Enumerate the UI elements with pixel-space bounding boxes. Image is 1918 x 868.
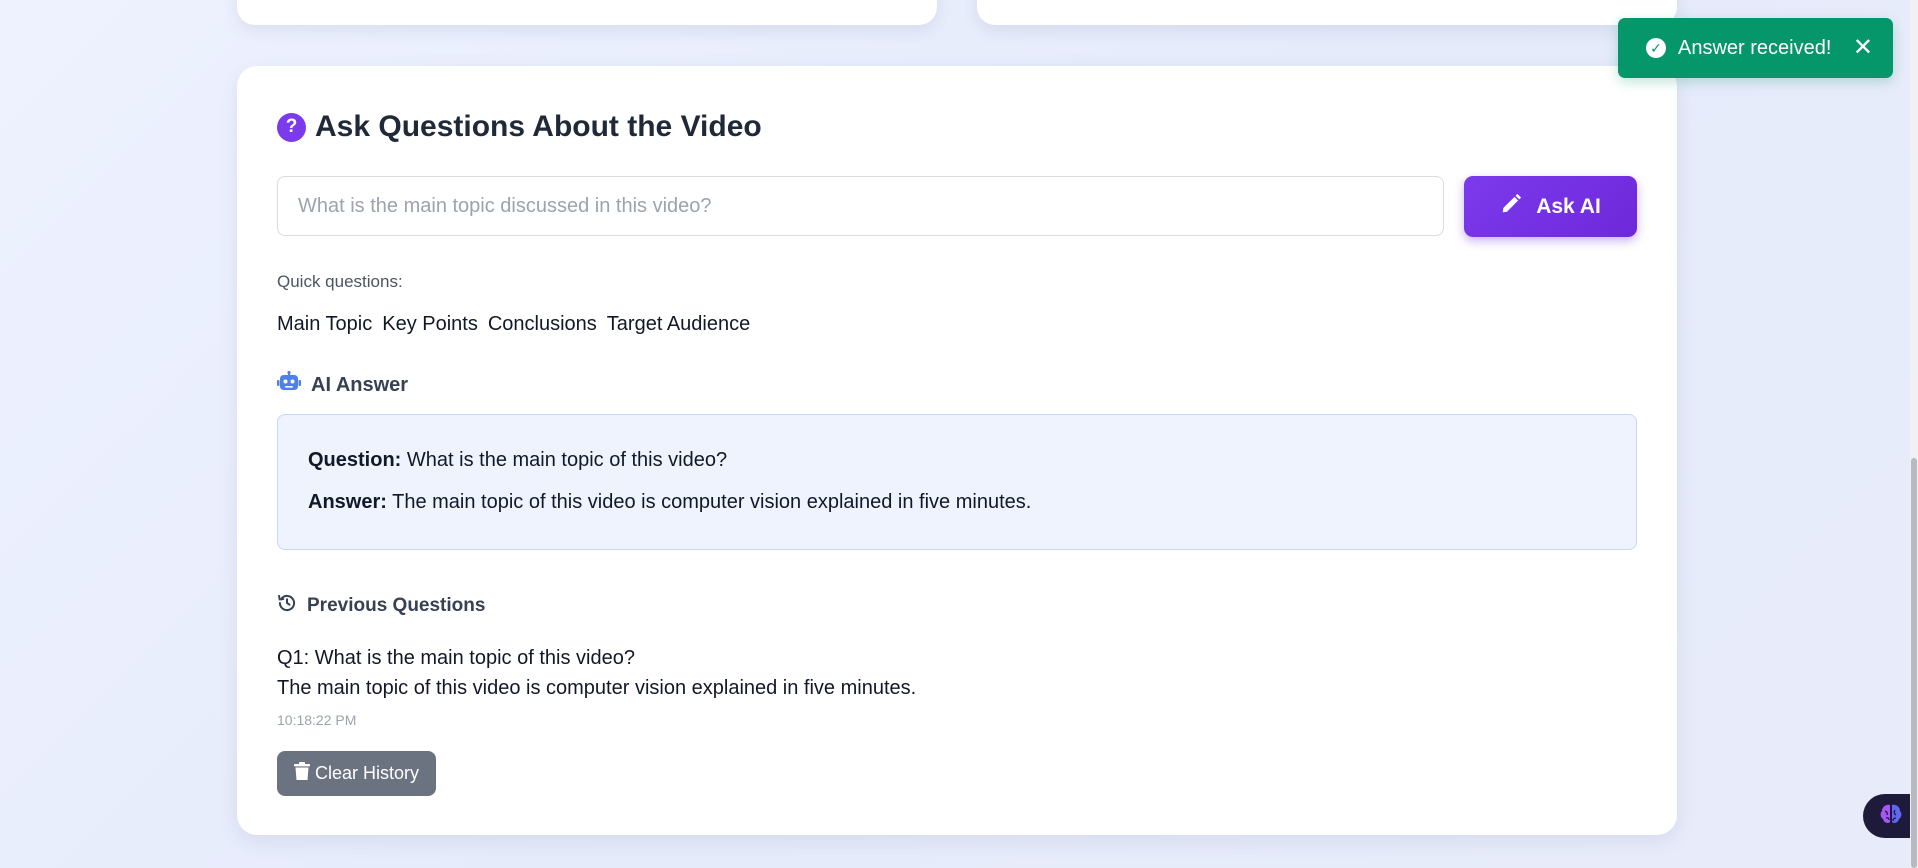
quick-questions-label: Quick questions: <box>277 272 403 291</box>
top-card-right <box>977 0 1677 25</box>
quick-question-target-audience[interactable]: Target Audience <box>607 313 750 336</box>
ask-ai-button[interactable]: Ask AI <box>1464 176 1637 237</box>
toast-message: Answer received! <box>1678 36 1832 59</box>
clear-history-button[interactable]: Clear History <box>277 751 436 796</box>
toast-notification: ✓ Answer received! ✕ <box>1618 18 1893 78</box>
previous-questions-heading: Previous Questions <box>277 593 485 619</box>
pencil-icon <box>1500 193 1522 221</box>
scrollbar-thumb[interactable] <box>1911 458 1917 868</box>
section-title: ? Ask Questions About the Video <box>277 110 762 144</box>
ai-answer-heading-text: AI Answer <box>311 373 409 396</box>
question-input[interactable] <box>277 176 1444 236</box>
section-title-text: Ask Questions About the Video <box>315 110 762 143</box>
trash-icon <box>293 762 310 785</box>
history-question: Q1: What is the main topic of this video… <box>277 647 635 669</box>
history-timestamp: 10:18:22 PM <box>277 712 357 728</box>
close-icon[interactable]: ✕ <box>1853 36 1873 60</box>
quick-question-key-points[interactable]: Key Points <box>382 313 478 336</box>
question-text: What is the main topic of this video? <box>406 449 728 471</box>
scrollbar[interactable] <box>1910 0 1918 868</box>
history-item: Q1: What is the main topic of this video… <box>277 643 916 703</box>
answer-label: Answer: <box>308 491 387 513</box>
top-card-left <box>237 0 937 25</box>
history-icon <box>277 593 297 619</box>
history-answer: The main topic of this video is computer… <box>277 677 917 699</box>
qa-card: ? Ask Questions About the Video Ask AI Q… <box>237 66 1677 835</box>
robot-icon <box>277 370 301 399</box>
check-circle-icon: ✓ <box>1646 38 1666 58</box>
ai-answer-box: Question: What is the main topic of this… <box>277 414 1637 550</box>
previous-questions-heading-text: Previous Questions <box>307 595 486 616</box>
ai-answer-heading: AI Answer <box>277 370 409 399</box>
brain-icon <box>1879 803 1903 830</box>
ask-ai-label: Ask AI <box>1536 194 1601 218</box>
question-icon: ? <box>277 112 306 142</box>
answer-line: Answer: The main topic of this video is … <box>308 491 1606 514</box>
question-label: Question: <box>308 449 402 471</box>
answer-text: The main topic of this video is computer… <box>392 491 1032 513</box>
clear-history-label: Clear History <box>314 763 420 783</box>
quick-question-conclusions[interactable]: Conclusions <box>488 313 597 336</box>
answer-question-line: Question: What is the main topic of this… <box>308 449 1606 472</box>
quick-questions-list: Main Topic Key Points Conclusions Target… <box>277 313 750 336</box>
quick-question-main-topic[interactable]: Main Topic <box>277 313 372 336</box>
